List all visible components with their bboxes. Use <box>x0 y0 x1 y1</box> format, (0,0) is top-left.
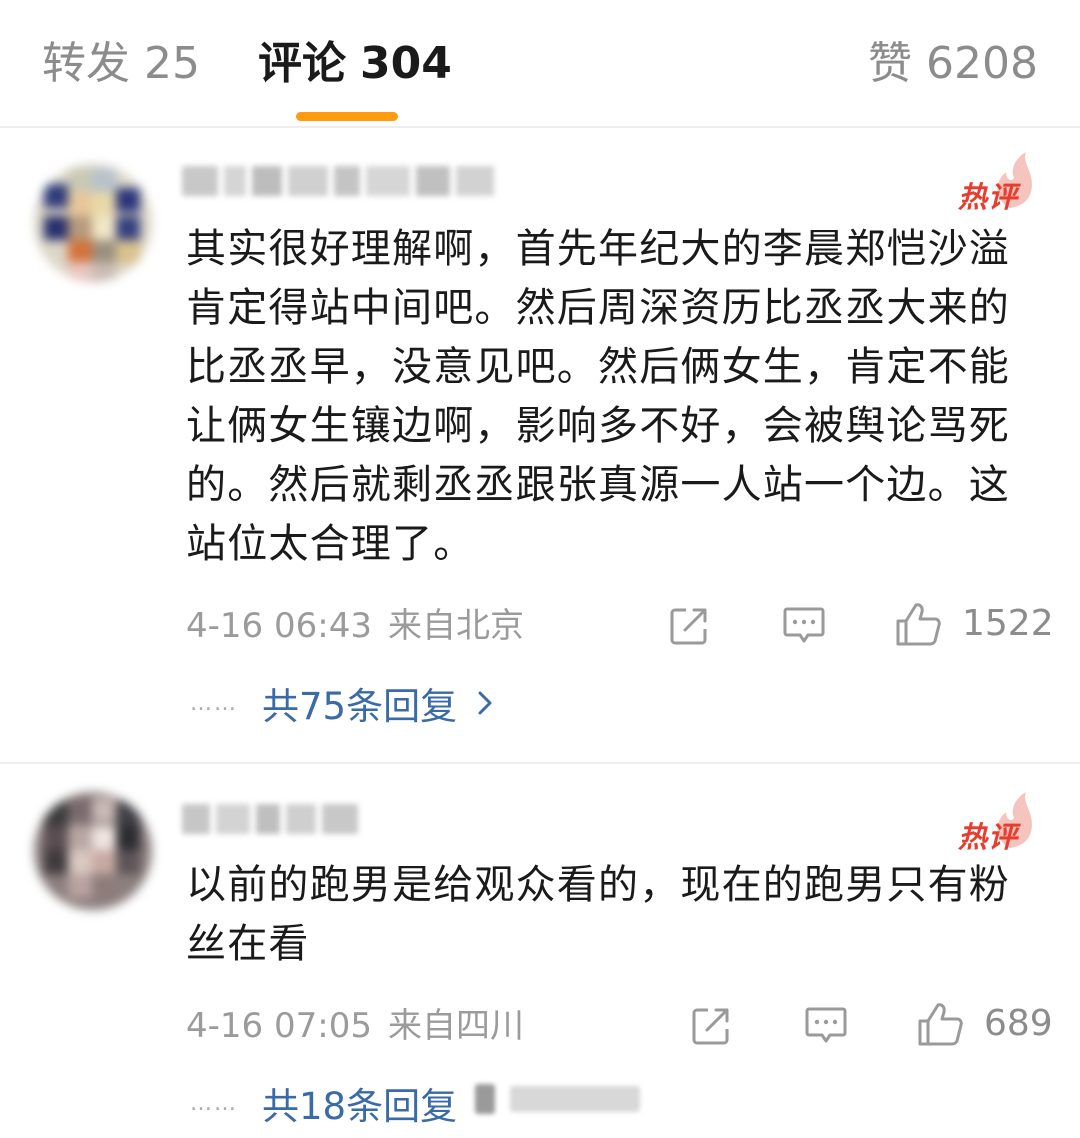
avatar[interactable] <box>34 164 152 282</box>
view-replies-link[interactable]: …… 共18条回复 <box>190 1078 457 1128</box>
comment-meta: 4-16 06:43 来自北京 <box>186 604 524 648</box>
username-blurred[interactable] <box>182 166 500 206</box>
replies-dots: …… <box>190 690 238 716</box>
comment-item: 热评 以前的跑男是给观众看的，现在的跑男只有粉丝在看 4-16 07:05 来自四… <box>0 766 1080 1138</box>
like-icon <box>918 1003 963 1046</box>
like-button[interactable]: 689 <box>916 1002 1053 1046</box>
tab-likes[interactable]: 赞 6208 <box>868 36 1038 92</box>
tab-repost-label: 转发 <box>42 38 130 89</box>
tab-likes-label: 赞 <box>868 38 913 89</box>
view-replies-link[interactable]: …… 共75条回复 <box>190 678 493 728</box>
tab-likes-count: 6208 <box>926 38 1038 89</box>
replies-count-label: 共75条回复 <box>262 685 458 728</box>
comment-icon <box>783 607 825 643</box>
tab-repost[interactable]: 转发 25 <box>42 36 200 92</box>
repost-button[interactable] <box>690 1004 732 1048</box>
comment-meta: 4-16 07:05 来自四川 <box>186 1004 524 1048</box>
like-count: 689 <box>984 1003 1053 1044</box>
tab-bar: 转发 25 评论 304 赞 6208 <box>0 0 1080 128</box>
comment-button[interactable] <box>782 604 826 648</box>
comment-location: 来自四川 <box>387 1006 524 1046</box>
hot-comment-label: 热评 <box>958 820 1019 854</box>
like-icon <box>896 603 941 646</box>
repost-icon <box>692 1008 729 1045</box>
replies-count-label: 共18条回复 <box>262 1085 458 1128</box>
tab-repost-count: 25 <box>144 38 200 89</box>
tab-comments-label: 评论 <box>258 38 346 89</box>
like-count: 1522 <box>962 603 1054 644</box>
active-tab-indicator <box>296 112 398 121</box>
hot-comment-label: 热评 <box>958 180 1019 214</box>
chevron-right-icon <box>478 691 492 715</box>
comment-date: 4-16 06:43 <box>186 606 372 646</box>
avatar[interactable] <box>34 792 152 910</box>
comment-date: 4-16 07:05 <box>186 1006 372 1046</box>
hot-comment-badge: 热评 <box>958 152 1036 214</box>
username-blurred[interactable] <box>182 804 364 844</box>
replies-dots: …… <box>190 1090 238 1116</box>
hot-comment-badge: 热评 <box>958 792 1036 854</box>
comment-text: 其实很好理解啊，首先年纪大的李晨郑恺沙溢肯定得站中间吧。然后周深资历比丞丞大来的… <box>186 226 1010 567</box>
comment-item: 热评 其实很好理解啊，首先年纪大的李晨郑恺沙溢肯定得站中间吧。然后周深资历比丞丞… <box>0 128 1080 764</box>
comment-icon <box>805 1007 847 1043</box>
repost-button[interactable] <box>668 604 710 648</box>
comment-text: 以前的跑男是给观众看的，现在的跑男只有粉丝在看 <box>186 862 1010 967</box>
watermark-blurred <box>475 1084 641 1124</box>
tab-comments-count: 304 <box>360 38 452 89</box>
like-button[interactable]: 1522 <box>894 602 1054 646</box>
tab-comments[interactable]: 评论 304 <box>258 36 452 92</box>
repost-icon <box>670 608 707 645</box>
comment-location: 来自北京 <box>387 606 524 646</box>
comment-button[interactable] <box>804 1004 848 1048</box>
